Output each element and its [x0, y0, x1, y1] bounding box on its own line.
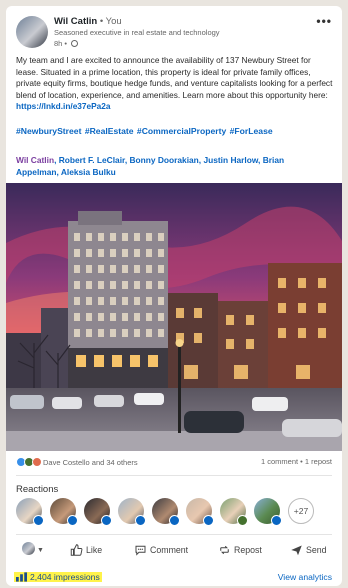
comment-icon: [135, 545, 146, 556]
post-mentions[interactable]: Wil Catlin, Robert F. LeClair, Bonny Doo…: [16, 154, 316, 178]
repost-label: Repost: [234, 545, 262, 555]
like-badge-icon: [101, 515, 112, 526]
comment-button[interactable]: Comment: [134, 544, 188, 556]
repost-button[interactable]: Repost: [218, 544, 262, 556]
mention-list[interactable]: , Robert F. LeClair, Bonny Doorakian, Ju…: [16, 155, 284, 177]
like-button[interactable]: Like: [70, 544, 102, 556]
view-analytics-link[interactable]: View analytics: [278, 572, 332, 582]
more-icon[interactable]: •••: [316, 14, 332, 28]
post-hashtags[interactable]: #NewburyStreet #RealEstate #CommercialPr…: [16, 126, 273, 136]
like-icon: [70, 544, 83, 556]
author-headline: Seasoned executive in real estate and te…: [54, 28, 220, 37]
reactor-avatar[interactable]: [186, 498, 214, 526]
caret-down-icon: ▼: [37, 547, 44, 554]
post-time: 8h •: [54, 39, 68, 48]
reactor-avatar[interactable]: [16, 498, 44, 526]
reactor-avatar[interactable]: [220, 498, 248, 526]
author-avatar[interactable]: [16, 16, 48, 48]
post-meta: 8h •: [54, 39, 79, 48]
love-reaction-icon: [32, 457, 42, 467]
post-body: My team and I are excited to announce th…: [16, 55, 334, 113]
like-label: Like: [86, 545, 103, 555]
reactors-text[interactable]: Dave Costello and 34 others: [43, 458, 138, 467]
celebrate-badge-icon: [237, 515, 248, 526]
reactor-avatar[interactable]: [118, 498, 146, 526]
like-badge-icon: [203, 515, 214, 526]
avatar: [22, 542, 35, 555]
send-icon: [291, 545, 302, 556]
bar-chart-icon: [16, 572, 27, 582]
author-name-row[interactable]: Wil Catlin • You: [54, 16, 122, 27]
like-badge-icon: [271, 515, 282, 526]
reactor-avatar[interactable]: [254, 498, 282, 526]
send-button[interactable]: Send: [290, 544, 327, 556]
reaction-identity-button[interactable]: ▼: [22, 542, 44, 555]
like-badge-icon: [169, 515, 180, 526]
divider: [16, 534, 332, 535]
like-badge-icon: [33, 515, 44, 526]
post-link[interactable]: https://lnkd.in/e37ePa2a: [16, 101, 111, 111]
connection-degree: • You: [99, 16, 122, 27]
reaction-type-icons[interactable]: [16, 457, 42, 469]
like-badge-icon: [67, 515, 78, 526]
post-body-text: My team and I are excited to announce th…: [16, 55, 333, 100]
repost-icon: [220, 545, 229, 555]
comment-label: Comment: [150, 545, 189, 555]
comments-reposts-count[interactable]: 1 comment • 1 repost: [261, 457, 332, 466]
reactor-avatar[interactable]: [50, 498, 78, 526]
post-header: Wil Catlin • You Seasoned executive in r…: [16, 14, 332, 52]
post-card: Wil Catlin • You Seasoned executive in r…: [6, 6, 342, 586]
mention-self[interactable]: Wil Catlin: [16, 155, 54, 165]
divider: [16, 475, 332, 476]
author-name[interactable]: Wil Catlin: [54, 16, 97, 27]
impressions-link[interactable]: 2,404 impressions: [14, 572, 102, 582]
action-bar: ▼ Like Comment Repost Send: [14, 540, 334, 562]
reactions-heading: Reactions: [16, 484, 59, 495]
impressions-count: 2,404 impressions: [30, 572, 100, 582]
impressions-row: 2,404 impressions View analytics: [14, 572, 334, 584]
more-reactors-button[interactable]: +27: [288, 498, 314, 524]
reactor-avatar[interactable]: [84, 498, 112, 526]
send-label: Send: [306, 545, 327, 555]
like-badge-icon: [135, 515, 146, 526]
globe-icon: [71, 40, 79, 47]
post-image[interactable]: [6, 183, 342, 451]
social-counts: Dave Costello and 34 others 1 comment • …: [16, 457, 332, 469]
reactor-avatar[interactable]: [152, 498, 180, 526]
